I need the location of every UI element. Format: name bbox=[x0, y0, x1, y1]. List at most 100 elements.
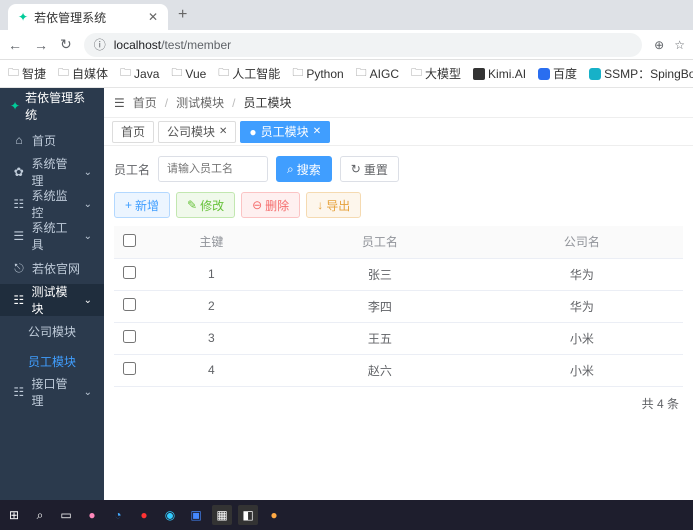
bookmark-item[interactable]: 🗀大模型 bbox=[411, 64, 461, 83]
cell-name: 张三 bbox=[279, 258, 481, 290]
url-text: localhost/test/member bbox=[114, 37, 231, 52]
cell-company: 小米 bbox=[481, 354, 683, 386]
edit-button[interactable]: ✎修改 bbox=[176, 192, 235, 218]
taskbar-app[interactable]: ◉ bbox=[160, 505, 180, 525]
bookmark-item[interactable]: 🗀AIGC bbox=[356, 64, 399, 83]
sidebar-sub-employee[interactable]: 员工模块 bbox=[0, 346, 104, 376]
search-button[interactable]: ⌕搜索 bbox=[276, 156, 332, 182]
folder-icon: 🗀 bbox=[356, 64, 367, 83]
cell-company: 华为 bbox=[481, 258, 683, 290]
row-checkbox[interactable] bbox=[123, 266, 136, 279]
sidebar-item-sysmgmt[interactable]: ✿系统管理⌄ bbox=[0, 156, 104, 188]
column-header[interactable]: 员工名 bbox=[279, 226, 481, 258]
logo-icon: ✦ bbox=[10, 99, 20, 113]
bookmark-item[interactable]: 🗀Vue bbox=[171, 64, 206, 83]
taskview-icon[interactable]: ▭ bbox=[56, 505, 76, 525]
sidebar-item-home[interactable]: ⌂首页 bbox=[0, 124, 104, 156]
chevron-down-icon: ⌄ bbox=[84, 199, 92, 210]
info-icon: ⓘ bbox=[94, 36, 106, 53]
monitor-icon: ☷ bbox=[12, 197, 25, 211]
sidebar-sub-company[interactable]: 公司模块 bbox=[0, 316, 104, 346]
page-tab[interactable]: 公司模块✕ bbox=[158, 121, 236, 143]
kimi-icon bbox=[473, 68, 485, 80]
folder-icon: 🗀 bbox=[292, 64, 303, 83]
taskbar-app[interactable]: ◧ bbox=[238, 505, 258, 525]
column-header[interactable]: 公司名 bbox=[481, 226, 683, 258]
chevron-down-icon: ⌄ bbox=[84, 167, 92, 178]
start-button[interactable]: ⊞ bbox=[4, 505, 24, 525]
column-header[interactable]: 主键 bbox=[144, 226, 279, 258]
cell-name: 李四 bbox=[279, 290, 481, 322]
bookmark-item[interactable]: 百度 bbox=[538, 65, 577, 82]
taskbar-app[interactable]: ◔ bbox=[108, 505, 128, 525]
taskbar-app[interactable]: ▦ bbox=[212, 505, 232, 525]
chevron-down-icon: ⌄ bbox=[84, 295, 92, 306]
breadcrumb-link[interactable]: 测试模块 bbox=[176, 94, 224, 111]
row-checkbox[interactable] bbox=[123, 362, 136, 375]
bookmark-item[interactable]: 🗀Python bbox=[292, 64, 343, 83]
add-button[interactable]: +新增 bbox=[114, 192, 170, 218]
sidebar-item-systools[interactable]: ☰系统工具⌄ bbox=[0, 220, 104, 252]
export-button[interactable]: ↓导出 bbox=[306, 192, 361, 218]
translate-icon[interactable]: ⊕ bbox=[654, 38, 664, 52]
tab-title: 若依管理系统 bbox=[34, 9, 142, 26]
reload-button[interactable]: ↻ bbox=[60, 36, 72, 53]
folder-icon: 🗀 bbox=[8, 64, 19, 83]
sidebar-item-sysmon[interactable]: ☷系统监控⌄ bbox=[0, 188, 104, 220]
browser-tab-strip: ✦ 若依管理系统 ✕ + bbox=[0, 0, 693, 30]
delete-icon: ⊖ bbox=[252, 198, 262, 212]
select-all-checkbox[interactable] bbox=[123, 234, 136, 247]
bookmark-item[interactable]: 🗀Java bbox=[120, 64, 159, 83]
tab-favicon: ✦ bbox=[18, 10, 28, 24]
search-taskbar-icon[interactable]: ⌕ bbox=[30, 505, 50, 525]
bookmark-item[interactable]: SSMP：SpingBoot... bbox=[589, 65, 693, 82]
site-icon bbox=[589, 68, 601, 80]
pagination-info: 共 4 条 bbox=[114, 387, 683, 412]
row-checkbox[interactable] bbox=[123, 298, 136, 311]
link-icon: ⎋ bbox=[12, 261, 26, 276]
test-icon: ☷ bbox=[12, 293, 25, 307]
folder-icon: 🗀 bbox=[171, 64, 182, 83]
cell-name: 王五 bbox=[279, 322, 481, 354]
back-button[interactable]: ← bbox=[8, 37, 22, 53]
browser-tab[interactable]: ✦ 若依管理系统 ✕ bbox=[8, 4, 168, 30]
close-icon[interactable]: ✕ bbox=[219, 126, 227, 137]
star-icon[interactable]: ☆ bbox=[674, 38, 685, 52]
field-label: 员工名 bbox=[114, 161, 150, 178]
data-table: 主键 员工名 公司名 1 张三 华为 2 李四 华为 3 王五 小米 4 赵六 … bbox=[114, 226, 683, 387]
collapse-sidebar-icon[interactable]: ☰ bbox=[114, 96, 125, 110]
sidebar-item-site[interactable]: ⎋若依官网 bbox=[0, 252, 104, 284]
reset-button[interactable]: ↻重置 bbox=[340, 156, 399, 182]
bookmark-item[interactable]: 🗀自媒体 bbox=[58, 64, 108, 83]
new-tab-button[interactable]: + bbox=[178, 6, 187, 24]
page-tab-active[interactable]: ●员工模块✕ bbox=[240, 121, 330, 143]
sidebar-item-api[interactable]: ☷接口管理⌄ bbox=[0, 376, 104, 408]
url-field[interactable]: ⓘ localhost/test/member bbox=[84, 33, 642, 57]
page-tab[interactable]: 首页 bbox=[112, 121, 154, 143]
bookmark-item[interactable]: 🗀人工智能 bbox=[218, 64, 280, 83]
taskbar-app[interactable]: ▣ bbox=[186, 505, 206, 525]
taskbar-app[interactable]: ● bbox=[134, 505, 154, 525]
chevron-down-icon: ⌄ bbox=[84, 231, 92, 242]
taskbar-app[interactable]: ● bbox=[264, 505, 284, 525]
main-content: ☰ 首页 / 测试模块 / 员工模块 首页 公司模块✕ ●员工模块✕ 员工名 ⌕… bbox=[104, 88, 693, 500]
forward-button[interactable]: → bbox=[34, 37, 48, 53]
cell-company: 华为 bbox=[481, 290, 683, 322]
baidu-icon bbox=[538, 68, 550, 80]
close-tab-icon[interactable]: ✕ bbox=[148, 10, 158, 24]
search-input[interactable] bbox=[158, 156, 268, 182]
close-icon[interactable]: ✕ bbox=[313, 126, 321, 137]
sidebar-item-test[interactable]: ☷测试模块⌄ bbox=[0, 284, 104, 316]
breadcrumb-link[interactable]: 首页 bbox=[133, 94, 157, 111]
cell-id: 4 bbox=[144, 354, 279, 386]
page-tabs: 首页 公司模块✕ ●员工模块✕ bbox=[104, 118, 693, 146]
taskbar-app[interactable]: ● bbox=[82, 505, 102, 525]
gear-icon: ✿ bbox=[12, 165, 25, 179]
row-checkbox[interactable] bbox=[123, 330, 136, 343]
bookmark-item[interactable]: 🗀智捷 bbox=[8, 64, 46, 83]
cell-id: 1 bbox=[144, 258, 279, 290]
windows-taskbar: ⊞ ⌕ ▭ ● ◔ ● ◉ ▣ ▦ ◧ ● bbox=[0, 500, 693, 530]
folder-icon: 🗀 bbox=[58, 64, 69, 83]
bookmark-item[interactable]: Kimi.AI bbox=[473, 67, 526, 81]
delete-button[interactable]: ⊖删除 bbox=[241, 192, 300, 218]
